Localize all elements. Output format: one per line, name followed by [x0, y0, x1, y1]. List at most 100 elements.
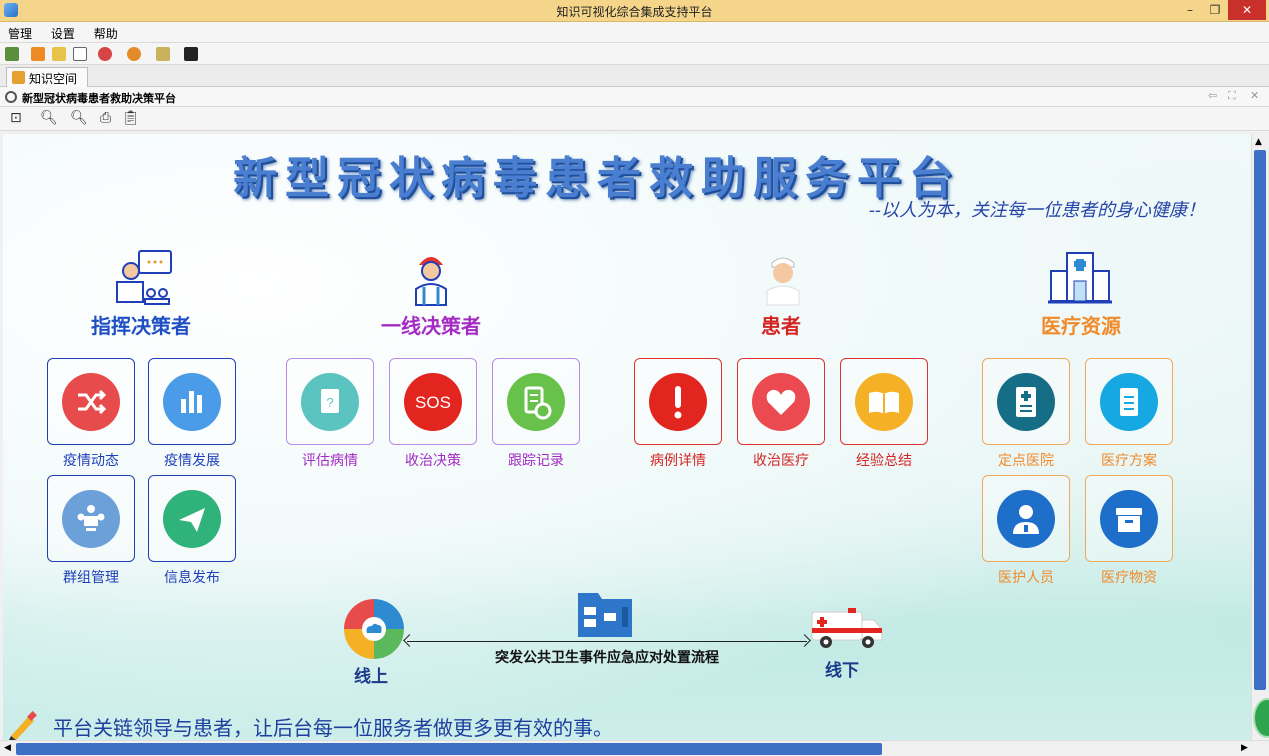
- scroll-left-icon[interactable]: ◀: [4, 743, 11, 753]
- platform-slogan: 平台关链领导与患者，让后台每一位服务者做更多更有效的事。: [53, 716, 613, 740]
- minimize-button[interactable]: –: [1178, 0, 1202, 20]
- exclamation-icon: [649, 373, 707, 431]
- doctor-icon: [997, 490, 1055, 548]
- label-assess-condition: 评估病情: [302, 453, 358, 469]
- label-admission-treatment: 收治医疗: [753, 453, 809, 469]
- knowledge-icon: [12, 71, 25, 84]
- zoom-in-icon[interactable]: 🔍︎: [40, 110, 58, 126]
- tile-epidemic-development[interactable]: [148, 358, 236, 445]
- tile-treatment-plan[interactable]: [1085, 358, 1173, 445]
- label-group-management: 群组管理: [63, 570, 119, 586]
- offline-label: 线下: [825, 661, 859, 681]
- checklist-icon: [1100, 373, 1158, 431]
- label-tracking-record: 跟踪记录: [508, 453, 564, 469]
- label-experience-summary: 经验总结: [856, 453, 912, 469]
- meeting-icon: [62, 490, 120, 548]
- document-icon[interactable]: [73, 47, 87, 61]
- panel-icon: [5, 91, 17, 103]
- title-bar: 知识可视化综合集成支持平台 – ❐ ✕: [0, 0, 1269, 22]
- label-epidemic-dynamics: 疫情动态: [63, 453, 119, 469]
- tile-admission-treatment[interactable]: [737, 358, 825, 445]
- user-icon[interactable]: [127, 47, 141, 61]
- open-book-icon: [855, 373, 913, 431]
- tile-tracking-record[interactable]: [492, 358, 580, 445]
- medical-file-icon: [997, 373, 1055, 431]
- print-icon[interactable]: ⎙: [100, 110, 111, 126]
- tile-designated-hospital[interactable]: [982, 358, 1070, 445]
- tile-assess-condition[interactable]: ?: [286, 358, 374, 445]
- zoom-fit-icon[interactable]: ⊡: [10, 110, 22, 126]
- close-button[interactable]: ✕: [1228, 0, 1266, 20]
- label-case-details: 病例详情: [650, 453, 706, 469]
- export-icon[interactable]: [5, 47, 19, 61]
- tab-knowledge-space[interactable]: 知识空间: [6, 67, 89, 87]
- tag-icon[interactable]: [98, 47, 112, 61]
- hospital-icon: [1048, 252, 1112, 304]
- menu-help[interactable]: 帮助: [86, 22, 125, 42]
- pin-icon[interactable]: ⇦: [1208, 89, 1217, 102]
- label-admission-decision: 收治决策: [405, 453, 461, 469]
- package-icon[interactable]: [156, 47, 170, 61]
- panel-header: 新型冠状病毒患者救助决策平台 ⇦ ⛶ ✕: [0, 87, 1269, 107]
- tile-epidemic-dynamics[interactable]: [47, 358, 135, 445]
- paper-plane-icon: [163, 490, 221, 548]
- vertical-scrollbar[interactable]: ▲: [1251, 134, 1267, 740]
- menu-settings[interactable]: 设置: [43, 22, 82, 42]
- sos-icon: SOS: [404, 373, 462, 431]
- horizontal-scroll-thumb[interactable]: [16, 743, 882, 755]
- tile-medical-staff[interactable]: [982, 475, 1070, 562]
- scroll-up-icon[interactable]: ▲: [1255, 137, 1262, 147]
- tile-group-management[interactable]: [47, 475, 135, 562]
- platform-subtitle: --以人为本，关注每一位患者的身心健康！: [868, 200, 1205, 221]
- tile-admission-decision[interactable]: SOS: [389, 358, 477, 445]
- content-canvas: 新型冠状病毒患者救助服务平台 --以人为本，关注每一位患者的身心健康！ 指挥决策…: [3, 134, 1251, 740]
- commander-icon: [116, 250, 172, 305]
- fullscreen-icon[interactable]: ⛶: [1228, 89, 1236, 103]
- label-epidemic-development: 疫情发展: [164, 453, 220, 469]
- svg-text:?: ?: [326, 395, 333, 410]
- zoom-out-icon[interactable]: 🔍︎: [70, 110, 88, 126]
- label-info-release: 信息发布: [164, 570, 220, 586]
- window-title: 知识可视化综合集成支持平台: [556, 5, 713, 19]
- vertical-scroll-thumb[interactable]: [1254, 150, 1266, 690]
- category-resources: 医疗资源: [1041, 314, 1121, 338]
- shuffle-icon: [62, 373, 120, 431]
- online-label: 线上: [354, 667, 388, 687]
- pencil-icon: [9, 711, 37, 740]
- clipboard-question-icon: ?: [301, 373, 359, 431]
- maximize-button[interactable]: ❐: [1203, 0, 1227, 20]
- horizontal-scrollbar[interactable]: ◀ ▶: [0, 740, 1269, 756]
- flow-label: 突发公共卫生事件应急应对处置流程: [495, 650, 719, 666]
- clipboard-icon[interactable]: 📋︎: [122, 110, 140, 126]
- menu-bar: 管理 设置 帮助: [0, 22, 1269, 43]
- category-patient: 患者: [761, 314, 801, 338]
- scroll-right-icon[interactable]: ▶: [1241, 743, 1248, 753]
- label-treatment-plan: 医疗方案: [1101, 453, 1157, 469]
- online-icon: [344, 599, 404, 659]
- heart-icon: [752, 373, 810, 431]
- tile-experience-summary[interactable]: [840, 358, 928, 445]
- rss-icon[interactable]: [31, 47, 45, 61]
- tile-case-details[interactable]: [634, 358, 722, 445]
- label-designated-hospital: 定点医院: [998, 453, 1054, 469]
- label-medical-supplies: 医疗物资: [1101, 570, 1157, 586]
- bar-chart-icon: [163, 373, 221, 431]
- zoom-toolbar: ⊡ 🔍︎ 🔍︎ ⎙ 📋︎: [0, 107, 1269, 131]
- flow-arrow-line: [403, 634, 811, 647]
- frontline-worker-icon: [415, 257, 447, 306]
- tab-strip: 知识空间: [0, 65, 1269, 87]
- panel-title: 新型冠状病毒患者救助决策平台: [22, 92, 176, 105]
- panel-close-icon[interactable]: ✕: [1250, 89, 1259, 102]
- tab-label: 知识空间: [29, 72, 78, 86]
- tile-medical-supplies[interactable]: [1085, 475, 1173, 562]
- category-frontline: 一线决策者: [381, 314, 481, 338]
- label-medical-staff: 医护人员: [998, 570, 1054, 586]
- sos-text: SOS: [415, 393, 451, 412]
- storage-box-icon: [1100, 490, 1158, 548]
- menu-manage[interactable]: 管理: [0, 22, 39, 42]
- camera-icon[interactable]: [184, 47, 198, 61]
- patient-icon: [766, 257, 800, 306]
- emergency-process-icon: [578, 593, 632, 637]
- folder-icon[interactable]: [52, 47, 66, 61]
- tile-info-release[interactable]: [148, 475, 236, 562]
